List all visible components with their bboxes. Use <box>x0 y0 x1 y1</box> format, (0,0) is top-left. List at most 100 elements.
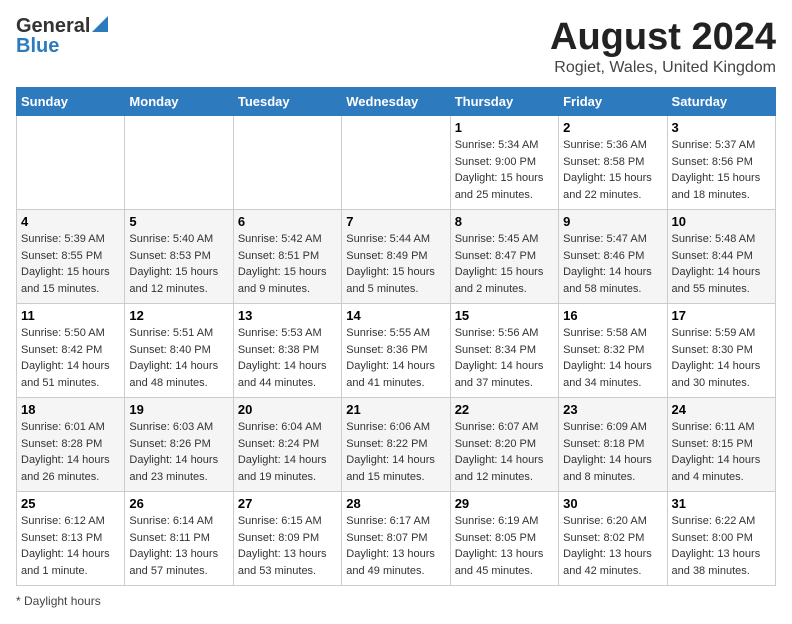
calendar-cell: 17 Sunrise: 5:59 AMSunset: 8:30 PMDayligh… <box>667 304 775 398</box>
month-title: August 2024 <box>550 16 776 59</box>
day-info: Sunrise: 5:44 AMSunset: 8:49 PMDaylight:… <box>346 231 445 297</box>
day-number: 16 <box>563 308 662 323</box>
logo: General Blue <box>16 16 108 56</box>
calendar-cell <box>342 116 450 210</box>
logo-blue-text: Blue <box>16 36 108 56</box>
calendar-cell <box>125 116 233 210</box>
day-info: Sunrise: 5:50 AMSunset: 8:42 PMDaylight:… <box>21 325 120 391</box>
day-number: 21 <box>346 402 445 417</box>
calendar-cell: 7 Sunrise: 5:44 AMSunset: 8:49 PMDaylight… <box>342 210 450 304</box>
calendar-day-header: Wednesday <box>342 88 450 116</box>
calendar-cell: 29 Sunrise: 6:19 AMSunset: 8:05 PMDayligh… <box>450 492 558 586</box>
day-info: Sunrise: 6:07 AMSunset: 8:20 PMDaylight:… <box>455 419 554 485</box>
day-info: Sunrise: 6:04 AMSunset: 8:24 PMDaylight:… <box>238 419 337 485</box>
day-number: 24 <box>672 402 771 417</box>
day-info: Sunrise: 5:39 AMSunset: 8:55 PMDaylight:… <box>21 231 120 297</box>
header: General Blue August 2024 Rogiet, Wales, … <box>16 16 776 77</box>
day-info: Sunrise: 5:42 AMSunset: 8:51 PMDaylight:… <box>238 231 337 297</box>
day-number: 28 <box>346 496 445 511</box>
day-info: Sunrise: 5:58 AMSunset: 8:32 PMDaylight:… <box>563 325 662 391</box>
day-number: 12 <box>129 308 228 323</box>
day-info: Sunrise: 6:20 AMSunset: 8:02 PMDaylight:… <box>563 513 662 579</box>
calendar-cell: 22Sunrise: 6:07 AMSunset: 8:20 PMDayligh… <box>450 398 558 492</box>
day-info: Sunrise: 6:01 AMSunset: 8:28 PMDaylight:… <box>21 419 120 485</box>
calendar-cell: 8 Sunrise: 5:45 AMSunset: 8:47 PMDaylight… <box>450 210 558 304</box>
calendar-week-row: 1Sunrise: 5:34 AMSunset: 9:00 PMDaylight… <box>17 116 776 210</box>
day-info: Sunrise: 5:53 AMSunset: 8:38 PMDaylight:… <box>238 325 337 391</box>
calendar-cell: 28 Sunrise: 6:17 AMSunset: 8:07 PMDayligh… <box>342 492 450 586</box>
calendar-cell: 13 Sunrise: 5:53 AMSunset: 8:38 PMDayligh… <box>233 304 341 398</box>
footer-note: * Daylight hours <box>16 594 776 608</box>
day-number: 10 <box>672 214 771 229</box>
day-number: 5 <box>129 214 228 229</box>
calendar-cell <box>17 116 125 210</box>
day-number: 20 <box>238 402 337 417</box>
day-info: Sunrise: 5:48 AMSunset: 8:44 PMDaylight:… <box>672 231 771 297</box>
day-info: Sunrise: 5:37 AMSunset: 8:56 PMDaylight:… <box>672 137 771 203</box>
calendar-cell: 18 Sunrise: 6:01 AMSunset: 8:28 PMDayligh… <box>17 398 125 492</box>
location-title: Rogiet, Wales, United Kingdom <box>550 59 776 77</box>
day-info: Sunrise: 6:03 AMSunset: 8:26 PMDaylight:… <box>129 419 228 485</box>
day-info: Sunrise: 6:17 AMSunset: 8:07 PMDaylight:… <box>346 513 445 579</box>
day-info: Sunrise: 6:12 AMSunset: 8:13 PMDaylight:… <box>21 513 120 579</box>
day-info: Sunrise: 5:55 AMSunset: 8:36 PMDaylight:… <box>346 325 445 391</box>
calendar-day-header: Saturday <box>667 88 775 116</box>
day-number: 4 <box>21 214 120 229</box>
day-number: 29 <box>455 496 554 511</box>
day-info: Sunrise: 5:40 AMSunset: 8:53 PMDaylight:… <box>129 231 228 297</box>
day-info: Sunrise: 5:51 AMSunset: 8:40 PMDaylight:… <box>129 325 228 391</box>
calendar-header-row: SundayMondayTuesdayWednesdayThursdayFrid… <box>17 88 776 116</box>
calendar-cell: 11Sunrise: 5:50 AMSunset: 8:42 PMDayligh… <box>17 304 125 398</box>
day-number: 30 <box>563 496 662 511</box>
day-number: 1 <box>455 120 554 135</box>
day-number: 9 <box>563 214 662 229</box>
calendar-cell: 3 Sunrise: 5:37 AMSunset: 8:56 PMDaylight… <box>667 116 775 210</box>
day-number: 31 <box>672 496 771 511</box>
day-info: Sunrise: 5:59 AMSunset: 8:30 PMDaylight:… <box>672 325 771 391</box>
calendar-cell: 9 Sunrise: 5:47 AMSunset: 8:46 PMDaylight… <box>559 210 667 304</box>
calendar-cell: 23Sunrise: 6:09 AMSunset: 8:18 PMDayligh… <box>559 398 667 492</box>
calendar-cell: 30 Sunrise: 6:20 AMSunset: 8:02 PMDayligh… <box>559 492 667 586</box>
calendar-cell: 24 Sunrise: 6:11 AMSunset: 8:15 PMDayligh… <box>667 398 775 492</box>
calendar-cell: 6 Sunrise: 5:42 AMSunset: 8:51 PMDaylight… <box>233 210 341 304</box>
day-info: Sunrise: 5:36 AMSunset: 8:58 PMDaylight:… <box>563 137 662 203</box>
calendar-cell: 25Sunrise: 6:12 AMSunset: 8:13 PMDayligh… <box>17 492 125 586</box>
calendar-cell: 27 Sunrise: 6:15 AMSunset: 8:09 PMDayligh… <box>233 492 341 586</box>
calendar-week-row: 4 Sunrise: 5:39 AMSunset: 8:55 PMDaylight… <box>17 210 776 304</box>
day-info: Sunrise: 6:15 AMSunset: 8:09 PMDaylight:… <box>238 513 337 579</box>
calendar-week-row: 11Sunrise: 5:50 AMSunset: 8:42 PMDayligh… <box>17 304 776 398</box>
day-number: 3 <box>672 120 771 135</box>
calendar-cell: 31 Sunrise: 6:22 AMSunset: 8:00 PMDayligh… <box>667 492 775 586</box>
day-number: 23 <box>563 402 662 417</box>
calendar-week-row: 25Sunrise: 6:12 AMSunset: 8:13 PMDayligh… <box>17 492 776 586</box>
title-area: August 2024 Rogiet, Wales, United Kingdo… <box>550 16 776 77</box>
day-number: 8 <box>455 214 554 229</box>
calendar-cell: 2Sunrise: 5:36 AMSunset: 8:58 PMDaylight… <box>559 116 667 210</box>
day-info: Sunrise: 6:19 AMSunset: 8:05 PMDaylight:… <box>455 513 554 579</box>
calendar-day-header: Thursday <box>450 88 558 116</box>
calendar-day-header: Monday <box>125 88 233 116</box>
day-number: 18 <box>21 402 120 417</box>
calendar-cell: 4 Sunrise: 5:39 AMSunset: 8:55 PMDaylight… <box>17 210 125 304</box>
calendar-day-header: Friday <box>559 88 667 116</box>
day-info: Sunrise: 5:45 AMSunset: 8:47 PMDaylight:… <box>455 231 554 297</box>
day-info: Sunrise: 5:47 AMSunset: 8:46 PMDaylight:… <box>563 231 662 297</box>
calendar-cell: 19Sunrise: 6:03 AMSunset: 8:26 PMDayligh… <box>125 398 233 492</box>
day-number: 13 <box>238 308 337 323</box>
calendar-cell: 10 Sunrise: 5:48 AMSunset: 8:44 PMDayligh… <box>667 210 775 304</box>
day-number: 7 <box>346 214 445 229</box>
logo-arrow-icon <box>92 16 108 32</box>
day-number: 27 <box>238 496 337 511</box>
day-number: 17 <box>672 308 771 323</box>
calendar-cell: 5 Sunrise: 5:40 AMSunset: 8:53 PMDaylight… <box>125 210 233 304</box>
day-number: 6 <box>238 214 337 229</box>
calendar-cell: 16 Sunrise: 5:58 AMSunset: 8:32 PMDayligh… <box>559 304 667 398</box>
calendar-week-row: 18 Sunrise: 6:01 AMSunset: 8:28 PMDayligh… <box>17 398 776 492</box>
calendar-day-header: Tuesday <box>233 88 341 116</box>
day-info: Sunrise: 6:22 AMSunset: 8:00 PMDaylight:… <box>672 513 771 579</box>
day-number: 15 <box>455 308 554 323</box>
calendar-table: SundayMondayTuesdayWednesdayThursdayFrid… <box>16 87 776 586</box>
day-number: 26 <box>129 496 228 511</box>
calendar-cell: 14Sunrise: 5:55 AMSunset: 8:36 PMDayligh… <box>342 304 450 398</box>
day-info: Sunrise: 6:11 AMSunset: 8:15 PMDaylight:… <box>672 419 771 485</box>
